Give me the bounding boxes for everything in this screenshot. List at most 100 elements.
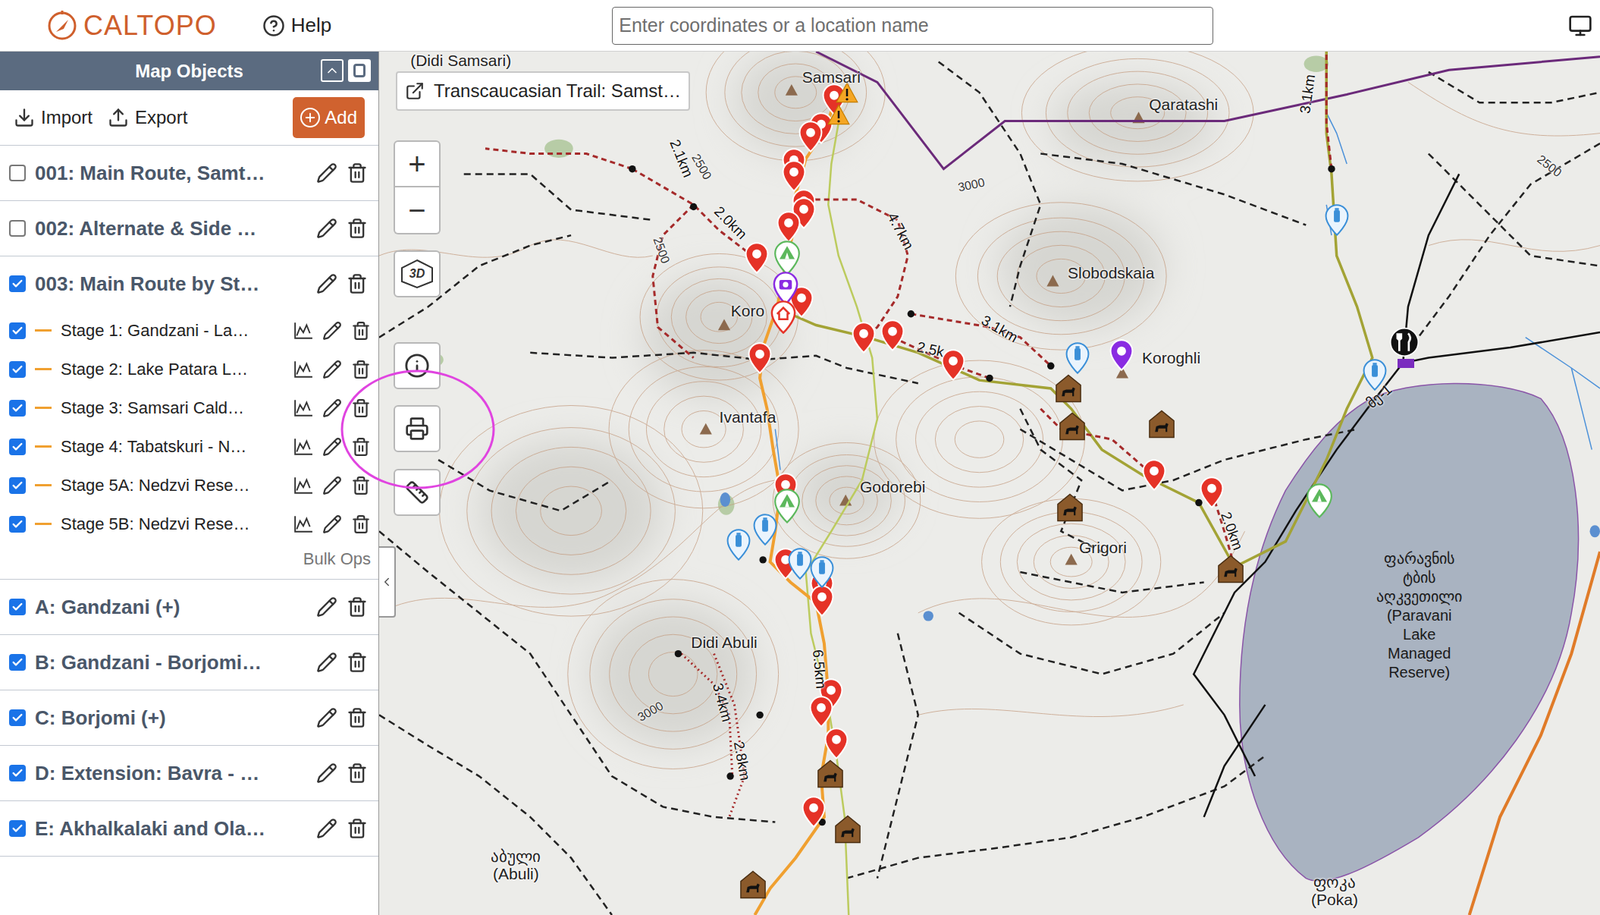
checkbox[interactable]	[9, 515, 26, 533]
shelter-marker[interactable]	[1058, 411, 1086, 441]
delete-icon[interactable]	[346, 596, 368, 618]
display-icon[interactable]	[1568, 13, 1593, 38]
folder-row[interactable]: C: Borjomi (+)	[0, 690, 379, 745]
edit-icon[interactable]	[322, 475, 342, 496]
import-button[interactable]: Import	[13, 103, 93, 132]
topo-map[interactable]	[379, 51, 1600, 915]
folder-label[interactable]: B: Gandzani - Borjomi…	[34, 647, 308, 678]
stage-label[interactable]: Stage 3: Samsari Cald…	[60, 395, 285, 421]
map-marker[interactable]	[809, 584, 835, 617]
stage-row[interactable]: Stage 5B: Nedzvi Rese…	[0, 504, 379, 543]
delete-icon[interactable]	[351, 436, 371, 457]
help-button[interactable]: Help	[262, 10, 332, 41]
toggle-all-button[interactable]	[348, 59, 371, 82]
stage-row[interactable]: Stage 3: Samsari Cald…	[0, 388, 379, 427]
map-marker[interactable]	[798, 120, 823, 153]
stage-label[interactable]: Stage 2: Lake Patara L…	[60, 356, 285, 382]
checkbox[interactable]	[9, 476, 26, 494]
map-marker[interactable]	[776, 210, 801, 243]
checkbox[interactable]	[9, 438, 26, 455]
flag-marker[interactable]	[1391, 351, 1409, 361]
delete-icon[interactable]	[346, 706, 368, 728]
camp-marker[interactable]	[772, 488, 802, 524]
folder-label[interactable]: 001: Main Route, Samt…	[34, 158, 308, 189]
folder-label[interactable]: E: Akhalkalaki and Ola…	[34, 813, 308, 844]
export-button[interactable]: Export	[107, 103, 188, 132]
edit-icon[interactable]	[316, 817, 338, 839]
sidebar-collapse-tab[interactable]	[379, 545, 396, 618]
folder-row[interactable]: B: Gandzani - Borjomi…	[0, 634, 379, 690]
map-marker[interactable]	[1141, 458, 1167, 491]
add-button[interactable]: Add	[292, 97, 365, 139]
checkbox[interactable]	[9, 709, 26, 726]
delete-icon[interactable]	[351, 359, 371, 380]
edit-icon[interactable]	[322, 514, 342, 534]
folder-label[interactable]: 002: Alternate & Side …	[34, 213, 308, 244]
stage-row[interactable]: Stage 5A: Nedzvi Rese…	[0, 465, 379, 505]
delete-icon[interactable]	[346, 651, 368, 673]
purple-marker[interactable]	[1109, 338, 1134, 371]
delete-icon[interactable]	[351, 398, 371, 418]
map-title-button[interactable]: Transcaucasian Trail: Samst…	[395, 71, 691, 111]
restaurant-marker[interactable]	[1389, 326, 1420, 358]
info-button[interactable]	[393, 341, 441, 390]
folder-row[interactable]: D: Extension: Bavra - …	[0, 745, 379, 800]
logo[interactable]: CALTOPO	[45, 5, 217, 47]
water-marker[interactable]	[726, 528, 751, 561]
delete-icon[interactable]	[346, 762, 368, 784]
checkbox[interactable]	[9, 164, 26, 182]
delete-icon[interactable]	[346, 162, 368, 184]
shelter-marker[interactable]	[739, 869, 767, 899]
delete-icon[interactable]	[346, 217, 368, 239]
zoom-in-button[interactable]: +	[393, 140, 441, 188]
folder-row[interactable]: 002: Alternate & Side …	[0, 200, 379, 256]
edit-icon[interactable]	[322, 436, 342, 457]
folder-label[interactable]: C: Borjomi (+)	[34, 702, 308, 733]
edit-icon[interactable]	[316, 651, 338, 673]
edit-icon[interactable]	[316, 272, 338, 295]
map-marker[interactable]	[801, 795, 826, 828]
checkbox[interactable]	[9, 819, 26, 837]
checkbox[interactable]	[9, 322, 26, 339]
edit-icon[interactable]	[316, 706, 338, 728]
shelter-marker[interactable]	[1054, 373, 1083, 403]
profile-icon[interactable]	[293, 321, 314, 340]
edit-icon[interactable]	[316, 217, 338, 239]
profile-icon[interactable]	[293, 514, 314, 534]
stage-row[interactable]: Stage 1: Gandzani - La…	[0, 310, 379, 350]
edit-icon[interactable]	[316, 162, 338, 184]
map-marker[interactable]	[1199, 476, 1224, 509]
search-input[interactable]	[611, 6, 1214, 45]
trailhead-marker[interactable]	[770, 300, 797, 334]
stage-label[interactable]: Stage 4: Tabatskuri - N…	[60, 433, 285, 459]
shelter-marker[interactable]	[1217, 554, 1245, 584]
folder-row[interactable]: 001: Main Route, Samt…	[0, 145, 379, 201]
folder-label[interactable]: 003: Main Route by St…	[34, 269, 308, 299]
map-marker[interactable]	[747, 341, 772, 374]
map-marker[interactable]	[744, 241, 769, 274]
delete-icon[interactable]	[346, 272, 368, 295]
map-marker[interactable]	[809, 695, 834, 728]
stage-label[interactable]: Stage 1: Gandzani - La…	[60, 317, 285, 343]
checkbox[interactable]	[9, 598, 26, 615]
water-marker[interactable]	[1324, 203, 1350, 236]
shelter-marker[interactable]	[834, 814, 862, 844]
folder-row[interactable]: 003: Main Route by St…	[0, 256, 379, 311]
edit-icon[interactable]	[322, 359, 342, 380]
edit-icon[interactable]	[322, 398, 342, 418]
water-marker[interactable]	[809, 555, 835, 588]
shelter-marker[interactable]	[816, 759, 844, 788]
edit-icon[interactable]	[316, 596, 338, 618]
print-button[interactable]	[393, 404, 441, 452]
delete-icon[interactable]	[351, 514, 371, 534]
map-marker[interactable]	[781, 160, 807, 192]
folder-row[interactable]: A: Gandzani (+)	[0, 579, 379, 634]
folder-row[interactable]: E: Akhalkalaki and Ola…	[0, 800, 379, 856]
water-marker[interactable]	[787, 547, 813, 580]
profile-icon[interactable]	[293, 476, 314, 495]
checkbox[interactable]	[9, 219, 26, 237]
water-marker[interactable]	[752, 513, 778, 546]
folder-label[interactable]: A: Gandzani (+)	[34, 592, 308, 622]
map-marker[interactable]	[851, 321, 876, 354]
profile-icon[interactable]	[293, 398, 314, 418]
